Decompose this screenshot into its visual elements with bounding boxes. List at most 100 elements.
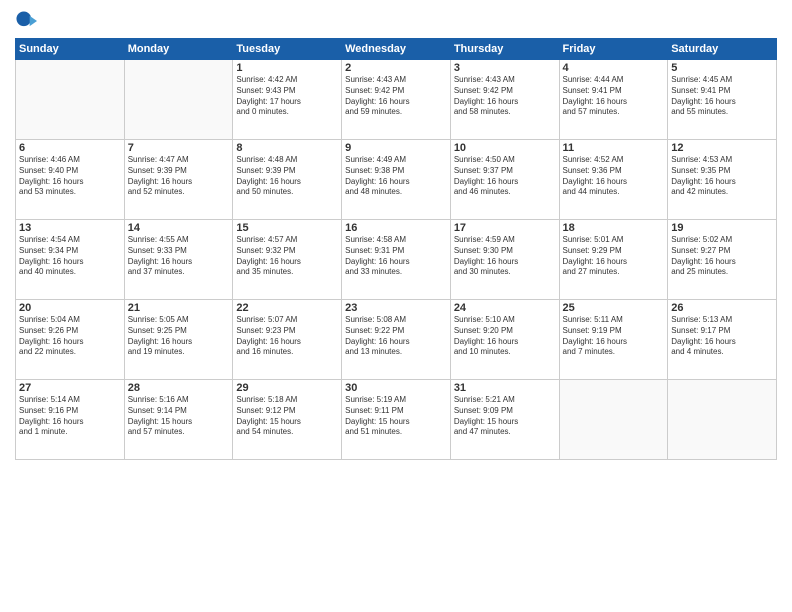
day-number: 29 xyxy=(236,382,338,394)
weekday-header: Wednesday xyxy=(342,39,451,60)
day-number: 30 xyxy=(345,382,447,394)
day-number: 13 xyxy=(19,222,121,234)
day-info: Sunrise: 4:46 AM Sunset: 9:40 PM Dayligh… xyxy=(19,155,121,198)
day-number: 24 xyxy=(454,302,556,314)
day-number: 12 xyxy=(671,142,773,154)
day-number: 3 xyxy=(454,62,556,74)
weekday-header: Tuesday xyxy=(233,39,342,60)
day-info: Sunrise: 5:13 AM Sunset: 9:17 PM Dayligh… xyxy=(671,315,773,358)
day-info: Sunrise: 4:43 AM Sunset: 9:42 PM Dayligh… xyxy=(454,75,556,118)
day-info: Sunrise: 4:59 AM Sunset: 9:30 PM Dayligh… xyxy=(454,235,556,278)
calendar-cell: 25Sunrise: 5:11 AM Sunset: 9:19 PM Dayli… xyxy=(559,300,668,380)
header xyxy=(15,10,777,32)
day-number: 23 xyxy=(345,302,447,314)
day-number: 20 xyxy=(19,302,121,314)
day-number: 15 xyxy=(236,222,338,234)
day-number: 1 xyxy=(236,62,338,74)
calendar-cell: 7Sunrise: 4:47 AM Sunset: 9:39 PM Daylig… xyxy=(124,140,233,220)
calendar-cell: 22Sunrise: 5:07 AM Sunset: 9:23 PM Dayli… xyxy=(233,300,342,380)
day-info: Sunrise: 5:07 AM Sunset: 9:23 PM Dayligh… xyxy=(236,315,338,358)
day-number: 22 xyxy=(236,302,338,314)
calendar-cell: 5Sunrise: 4:45 AM Sunset: 9:41 PM Daylig… xyxy=(668,60,777,140)
calendar-week: 27Sunrise: 5:14 AM Sunset: 9:16 PM Dayli… xyxy=(16,380,777,460)
calendar-cell xyxy=(124,60,233,140)
logo-icon xyxy=(15,10,37,32)
day-info: Sunrise: 5:21 AM Sunset: 9:09 PM Dayligh… xyxy=(454,395,556,438)
calendar-cell: 11Sunrise: 4:52 AM Sunset: 9:36 PM Dayli… xyxy=(559,140,668,220)
weekday-header: Sunday xyxy=(16,39,125,60)
day-info: Sunrise: 4:45 AM Sunset: 9:41 PM Dayligh… xyxy=(671,75,773,118)
day-info: Sunrise: 4:49 AM Sunset: 9:38 PM Dayligh… xyxy=(345,155,447,198)
day-info: Sunrise: 4:50 AM Sunset: 9:37 PM Dayligh… xyxy=(454,155,556,198)
calendar-cell: 28Sunrise: 5:16 AM Sunset: 9:14 PM Dayli… xyxy=(124,380,233,460)
day-info: Sunrise: 4:47 AM Sunset: 9:39 PM Dayligh… xyxy=(128,155,230,198)
day-info: Sunrise: 5:10 AM Sunset: 9:20 PM Dayligh… xyxy=(454,315,556,358)
day-info: Sunrise: 5:14 AM Sunset: 9:16 PM Dayligh… xyxy=(19,395,121,438)
day-info: Sunrise: 4:43 AM Sunset: 9:42 PM Dayligh… xyxy=(345,75,447,118)
day-info: Sunrise: 4:57 AM Sunset: 9:32 PM Dayligh… xyxy=(236,235,338,278)
calendar-cell: 19Sunrise: 5:02 AM Sunset: 9:27 PM Dayli… xyxy=(668,220,777,300)
day-number: 21 xyxy=(128,302,230,314)
calendar-cell: 10Sunrise: 4:50 AM Sunset: 9:37 PM Dayli… xyxy=(450,140,559,220)
day-number: 31 xyxy=(454,382,556,394)
day-number: 28 xyxy=(128,382,230,394)
calendar-cell: 17Sunrise: 4:59 AM Sunset: 9:30 PM Dayli… xyxy=(450,220,559,300)
calendar-cell: 24Sunrise: 5:10 AM Sunset: 9:20 PM Dayli… xyxy=(450,300,559,380)
calendar-cell: 16Sunrise: 4:58 AM Sunset: 9:31 PM Dayli… xyxy=(342,220,451,300)
calendar-cell: 6Sunrise: 4:46 AM Sunset: 9:40 PM Daylig… xyxy=(16,140,125,220)
calendar-cell: 12Sunrise: 4:53 AM Sunset: 9:35 PM Dayli… xyxy=(668,140,777,220)
day-info: Sunrise: 5:16 AM Sunset: 9:14 PM Dayligh… xyxy=(128,395,230,438)
calendar-week: 1Sunrise: 4:42 AM Sunset: 9:43 PM Daylig… xyxy=(16,60,777,140)
calendar-cell: 20Sunrise: 5:04 AM Sunset: 9:26 PM Dayli… xyxy=(16,300,125,380)
day-info: Sunrise: 5:08 AM Sunset: 9:22 PM Dayligh… xyxy=(345,315,447,358)
calendar-cell xyxy=(16,60,125,140)
day-number: 16 xyxy=(345,222,447,234)
calendar-week: 13Sunrise: 4:54 AM Sunset: 9:34 PM Dayli… xyxy=(16,220,777,300)
calendar-cell: 30Sunrise: 5:19 AM Sunset: 9:11 PM Dayli… xyxy=(342,380,451,460)
day-info: Sunrise: 5:11 AM Sunset: 9:19 PM Dayligh… xyxy=(563,315,665,358)
day-info: Sunrise: 4:54 AM Sunset: 9:34 PM Dayligh… xyxy=(19,235,121,278)
day-number: 19 xyxy=(671,222,773,234)
day-info: Sunrise: 4:55 AM Sunset: 9:33 PM Dayligh… xyxy=(128,235,230,278)
logo xyxy=(15,10,40,32)
calendar-cell xyxy=(668,380,777,460)
day-number: 14 xyxy=(128,222,230,234)
day-info: Sunrise: 4:52 AM Sunset: 9:36 PM Dayligh… xyxy=(563,155,665,198)
calendar-cell: 3Sunrise: 4:43 AM Sunset: 9:42 PM Daylig… xyxy=(450,60,559,140)
calendar-cell: 26Sunrise: 5:13 AM Sunset: 9:17 PM Dayli… xyxy=(668,300,777,380)
day-number: 5 xyxy=(671,62,773,74)
day-number: 6 xyxy=(19,142,121,154)
day-number: 2 xyxy=(345,62,447,74)
day-info: Sunrise: 4:44 AM Sunset: 9:41 PM Dayligh… xyxy=(563,75,665,118)
day-number: 8 xyxy=(236,142,338,154)
day-info: Sunrise: 5:18 AM Sunset: 9:12 PM Dayligh… xyxy=(236,395,338,438)
calendar-cell: 18Sunrise: 5:01 AM Sunset: 9:29 PM Dayli… xyxy=(559,220,668,300)
day-info: Sunrise: 4:42 AM Sunset: 9:43 PM Dayligh… xyxy=(236,75,338,118)
weekday-header-row: SundayMondayTuesdayWednesdayThursdayFrid… xyxy=(16,39,777,60)
calendar-cell: 21Sunrise: 5:05 AM Sunset: 9:25 PM Dayli… xyxy=(124,300,233,380)
day-info: Sunrise: 4:48 AM Sunset: 9:39 PM Dayligh… xyxy=(236,155,338,198)
day-number: 27 xyxy=(19,382,121,394)
weekday-header: Monday xyxy=(124,39,233,60)
day-info: Sunrise: 5:05 AM Sunset: 9:25 PM Dayligh… xyxy=(128,315,230,358)
calendar-cell: 23Sunrise: 5:08 AM Sunset: 9:22 PM Dayli… xyxy=(342,300,451,380)
day-info: Sunrise: 5:04 AM Sunset: 9:26 PM Dayligh… xyxy=(19,315,121,358)
day-number: 18 xyxy=(563,222,665,234)
calendar-cell: 9Sunrise: 4:49 AM Sunset: 9:38 PM Daylig… xyxy=(342,140,451,220)
calendar-cell: 14Sunrise: 4:55 AM Sunset: 9:33 PM Dayli… xyxy=(124,220,233,300)
day-number: 7 xyxy=(128,142,230,154)
day-number: 26 xyxy=(671,302,773,314)
weekday-header: Thursday xyxy=(450,39,559,60)
day-number: 17 xyxy=(454,222,556,234)
calendar-cell: 13Sunrise: 4:54 AM Sunset: 9:34 PM Dayli… xyxy=(16,220,125,300)
calendar: SundayMondayTuesdayWednesdayThursdayFrid… xyxy=(15,38,777,460)
day-number: 10 xyxy=(454,142,556,154)
day-info: Sunrise: 5:02 AM Sunset: 9:27 PM Dayligh… xyxy=(671,235,773,278)
calendar-week: 6Sunrise: 4:46 AM Sunset: 9:40 PM Daylig… xyxy=(16,140,777,220)
calendar-cell: 2Sunrise: 4:43 AM Sunset: 9:42 PM Daylig… xyxy=(342,60,451,140)
calendar-cell: 8Sunrise: 4:48 AM Sunset: 9:39 PM Daylig… xyxy=(233,140,342,220)
day-info: Sunrise: 4:58 AM Sunset: 9:31 PM Dayligh… xyxy=(345,235,447,278)
day-number: 25 xyxy=(563,302,665,314)
day-number: 9 xyxy=(345,142,447,154)
page: SundayMondayTuesdayWednesdayThursdayFrid… xyxy=(0,0,792,612)
